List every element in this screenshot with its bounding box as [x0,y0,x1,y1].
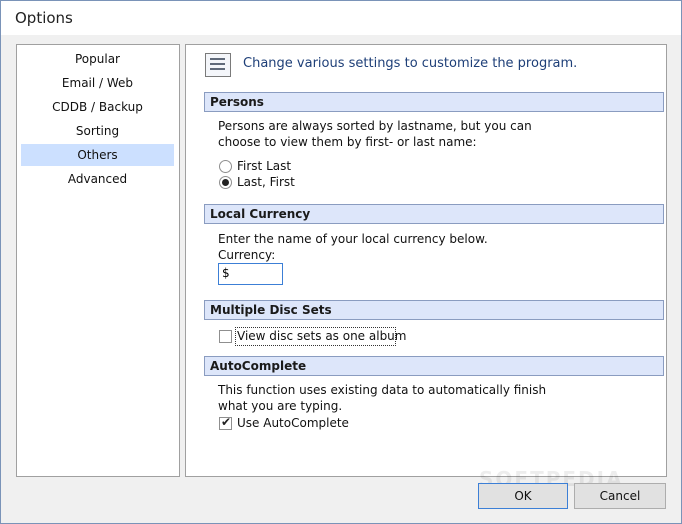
autocomplete-description-line1: This function uses existing data to auto… [218,383,547,397]
window-title: Options [15,9,73,27]
sidebar-item-cddb-backup[interactable]: CDDB / Backup [21,96,174,118]
panel-description: Change various settings to customize the… [243,56,578,71]
autocomplete-description-line2: what you are typing. [218,399,343,413]
currency-input[interactable] [219,264,280,282]
persons-description-line2: choose to view them by first- or last na… [218,135,477,149]
cancel-button[interactable]: Cancel [574,483,666,509]
last-first-radio[interactable] [219,176,232,189]
first-last-label[interactable]: First Last [237,159,291,173]
disc-sets-checkbox-label[interactable]: View disc sets as one album [237,329,406,343]
sidebar-item-others[interactable]: Others [21,144,174,166]
currency-description: Enter the name of your local currency be… [218,232,488,246]
last-first-label[interactable]: Last, First [237,175,295,189]
ok-button[interactable]: OK [478,483,568,509]
local-currency-section-heading: Local Currency [204,204,664,224]
disc-sets-checkbox[interactable] [219,330,232,343]
autocomplete-checkbox-label[interactable]: Use AutoComplete [237,416,349,430]
multiple-disc-sets-section-heading: Multiple Disc Sets [204,300,664,320]
currency-input-box[interactable] [218,263,283,285]
settings-panel: Change various settings to customize the… [185,44,667,477]
sidebar-item-sorting[interactable]: Sorting [21,120,174,142]
persons-section-heading: Persons [204,92,664,112]
first-last-radio[interactable] [219,160,232,173]
autocomplete-checkbox[interactable]: ✔ [219,415,232,430]
currency-field-label: Currency: [218,248,276,262]
list-settings-icon [205,53,231,77]
sidebar-item-email-web[interactable]: Email / Web [21,72,174,94]
sidebar-item-popular[interactable]: Popular [21,48,174,70]
persons-description-line1: Persons are always sorted by lastname, b… [218,119,532,133]
autocomplete-section-heading: AutoComplete [204,356,664,376]
checkmark-icon: ✔ [221,415,232,429]
category-sidebar: Popular Email / Web CDDB / Backup Sortin… [16,44,180,477]
options-window: Options Popular Email / Web CDDB / Backu… [0,0,682,524]
sidebar-item-advanced[interactable]: Advanced [21,168,174,190]
title-bar[interactable]: Options [1,1,681,35]
